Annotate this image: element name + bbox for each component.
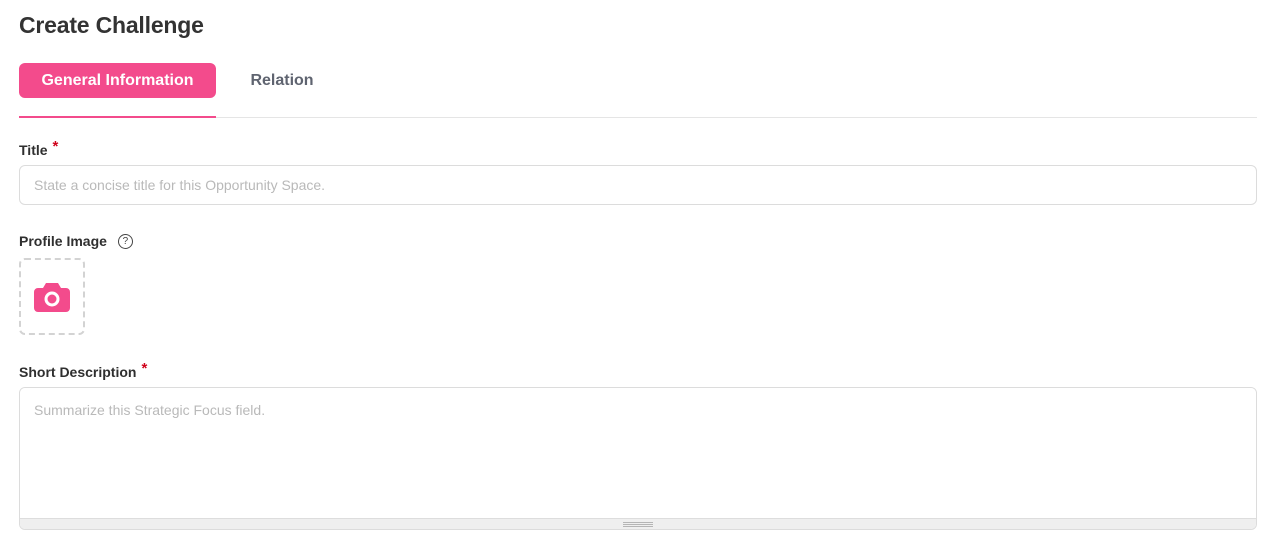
page-title: Create Challenge (19, 12, 204, 38)
required-marker: * (141, 360, 148, 377)
short-description-label-row: Short Description * (19, 360, 148, 380)
active-tab-indicator (19, 116, 216, 118)
create-challenge-page: Create Challenge General Information Rel… (0, 0, 1274, 542)
resize-handle[interactable] (20, 518, 1256, 529)
tab-relation[interactable]: Relation (237, 63, 327, 98)
required-marker: * (52, 138, 59, 155)
profile-image-label: Profile Image (19, 233, 107, 249)
question-circle-icon[interactable]: ? (117, 233, 133, 249)
short-description-field (19, 387, 1257, 530)
tab-bar: General Information Relation (19, 63, 1257, 118)
title-input[interactable] (19, 165, 1257, 205)
tab-general-information[interactable]: General Information (19, 63, 216, 98)
camera-icon (34, 282, 70, 312)
title-label-row: Title * (19, 138, 59, 158)
profile-image-label-row: Profile Image ? (19, 233, 133, 249)
profile-image-upload[interactable] (19, 258, 85, 335)
short-description-textarea[interactable] (20, 388, 1256, 519)
short-description-label: Short Description (19, 363, 137, 380)
resize-grip-icon (623, 521, 653, 527)
title-label: Title (19, 141, 48, 158)
